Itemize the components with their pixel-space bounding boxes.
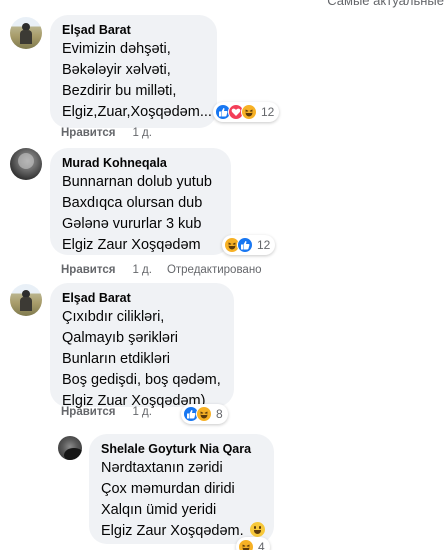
avatar[interactable] — [10, 284, 42, 316]
like-button[interactable]: Нравится — [61, 127, 115, 139]
comment-line: Çıxıbdır cilikləri, — [62, 309, 165, 325]
comment-bubble: Elşad Barat Çıxıbdır cilikləri, Qalmayıb… — [50, 283, 234, 409]
like-reaction-icon — [237, 237, 253, 253]
haha-reaction-icon — [196, 406, 212, 422]
comment-line: Bəkələyir xəlvəti, — [62, 62, 171, 78]
haha-reaction-icon — [241, 104, 257, 120]
reaction-summary[interactable]: 8 — [181, 404, 228, 424]
comment-line: Nərdtaxtanın zəridi — [101, 460, 223, 476]
reaction-summary[interactable]: 4 — [236, 537, 270, 550]
comment-line: Gələnə vururlar 3 kub — [62, 216, 202, 232]
reaction-count: 12 — [257, 238, 271, 252]
like-button[interactable]: Нравится — [61, 264, 115, 276]
comment-timestamp[interactable]: 1 д. — [132, 406, 152, 418]
comment-line: Elgiz Zaur Xoşqədəm. — [101, 521, 265, 542]
comment-author[interactable]: Murad Kohneqala — [62, 155, 219, 172]
reaction-summary[interactable]: 12 — [222, 235, 276, 255]
comment-actions: Нравится 1 д. — [61, 127, 152, 139]
comment-line-text: Elgiz Zaur Xoşqədəm. — [101, 523, 244, 539]
comment-timestamp[interactable]: 1 д. — [132, 264, 152, 276]
avatar[interactable] — [10, 17, 42, 49]
comment-line: Baxdıqca olursan dub — [62, 195, 203, 211]
like-button[interactable]: Нравится — [61, 406, 115, 418]
comment-line: Evimizin dəhşəti, — [62, 41, 171, 57]
avatar[interactable] — [10, 148, 42, 180]
comment-timestamp[interactable]: 1 д. — [132, 127, 152, 139]
comment-actions: Нравится 1 д. — [61, 406, 152, 418]
comment-line: Qalmayıb şərikləri — [62, 330, 179, 346]
reaction-summary[interactable]: 12 — [213, 102, 280, 122]
comment-line: Çox məmurdan diridi — [101, 481, 235, 497]
comment-bubble: Murad Kohneqala Bunnarnan dolub yutub Ba… — [50, 148, 231, 255]
avatar[interactable] — [58, 436, 82, 460]
reaction-count: 12 — [261, 105, 275, 119]
haha-reaction-icon — [238, 539, 254, 550]
comment-line: Elgiz,Zuar,Xoşqədəm... — [62, 104, 212, 120]
comment-bubble: Shelale Goyturk Nia Qara Nərdtaxtanın zə… — [89, 434, 274, 544]
comment-actions: Нравится 1 д. Отредактировано — [61, 264, 262, 276]
comment-line: Elgiz Zaur Xoşqədəm — [62, 237, 201, 253]
comment-line: Boş gedişdi, boş qədəm, — [62, 372, 221, 388]
sort-dropdown[interactable]: Самые актуальные — [327, 0, 444, 8]
comment-line: Bunnarnan dolub yutub — [62, 174, 212, 190]
comment-line: Xalqın ümid yeridi — [101, 502, 217, 518]
reaction-count: 4 — [258, 540, 265, 550]
edited-label[interactable]: Отредактировано — [167, 264, 262, 276]
comment-line: Bezdirir bu milləti, — [62, 83, 177, 99]
comment-author[interactable]: Elşad Barat — [62, 22, 205, 39]
comment-line: Bunların etdikləri — [62, 351, 170, 367]
comment-author[interactable]: Shelale Goyturk Nia Qara — [101, 441, 262, 458]
comment-bubble: Elşad Barat Evimizin dəhşəti, Bəkələyir … — [50, 15, 217, 128]
smile-emoji-icon — [249, 522, 265, 537]
comment-author[interactable]: Elşad Barat — [62, 290, 222, 307]
reaction-count: 8 — [216, 407, 223, 421]
